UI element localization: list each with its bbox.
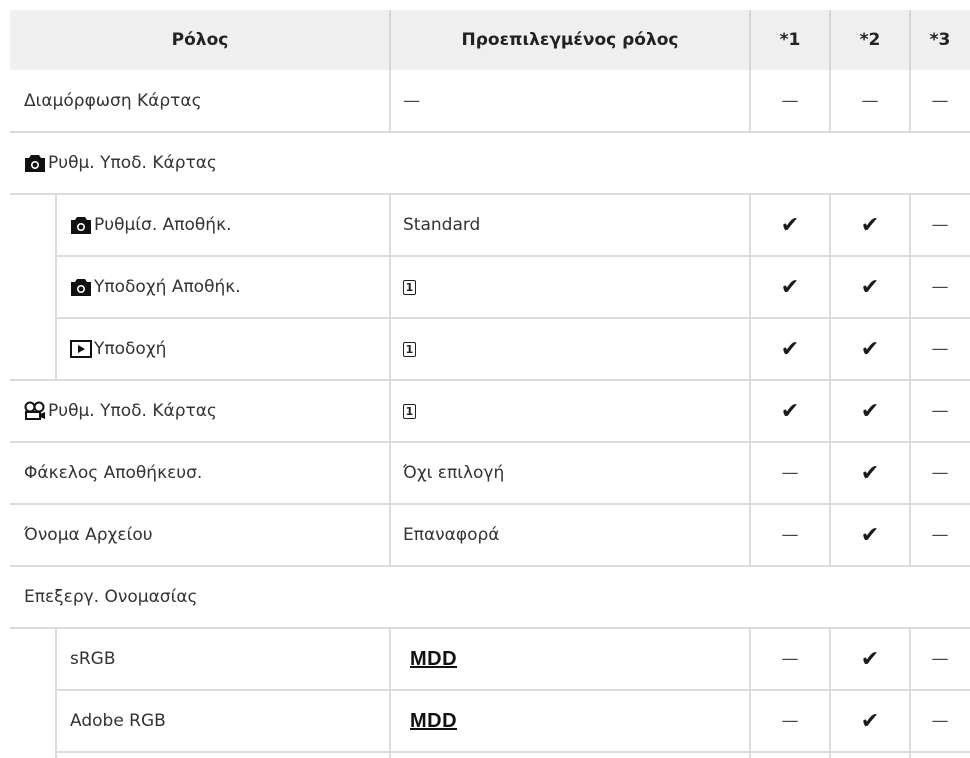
row-label-with-icon: Ρυθμίσ. Αποθήκ. [70, 194, 232, 256]
row-col-2: ✔ [860, 336, 880, 362]
table-row: Διαμόρφωση Κάρτας — — — — [10, 70, 970, 132]
header-col-3: *3 [929, 30, 951, 50]
row-col-3: — [931, 649, 949, 669]
row-col-2: ✔ [860, 398, 880, 424]
row-default: — [403, 91, 420, 111]
table-row: sRGB MDD — ✔ — [10, 628, 970, 690]
row-default: Standard [403, 215, 481, 235]
card-slot-1-icon: 1 [403, 279, 416, 295]
camera-icon [71, 216, 91, 234]
row-col-1: ✔ [780, 212, 800, 238]
row-col-2: — [861, 91, 879, 111]
row-col-3: — [931, 463, 949, 483]
table-row: Όνομα Αρχείου Επαναφορά — ✔ — [10, 504, 970, 566]
table-row: Υποδοχή 1 ✔ ✔ — [10, 318, 970, 380]
row-col-3: — [931, 401, 949, 421]
mdd-link: MDD [410, 647, 458, 670]
row-label-with-icon: Ρυθμ. Υποδ. Κάρτας [24, 380, 217, 442]
header-role: Ρόλος [171, 30, 229, 50]
row-col-1: — [781, 711, 799, 731]
row-col-3: — [931, 339, 949, 359]
row-col-3: — [931, 91, 949, 111]
header-col-1: *1 [779, 30, 801, 50]
row-default: 1 [403, 318, 416, 380]
table-row-section: Ρυθμ. Υποδ. Κάρτας [10, 132, 970, 194]
row-col-1: ✔ [780, 398, 800, 424]
row-label: Adobe RGB [70, 711, 166, 731]
row-default: Επαναφορά [403, 525, 500, 545]
header-default-role: Προεπιλεγμένος ρόλος [461, 30, 679, 50]
row-label: Επεξεργ. Ονομασίας [24, 587, 198, 607]
table-row: Ρυθμίσ. Αποθήκ. Standard ✔ ✔ — [10, 194, 970, 256]
header-col-2: *2 [859, 30, 881, 50]
row-col-1: — [781, 525, 799, 545]
movie-camera-icon [24, 401, 45, 420]
row-label-with-icon: Ρυθμ. Υποδ. Κάρτας [24, 132, 217, 194]
row-default[interactable]: MDD [410, 628, 457, 690]
row-col-2: ✔ [860, 646, 880, 672]
row-col-1: — [781, 91, 799, 111]
row-label: Όνομα Αρχείου [24, 525, 153, 545]
playback-icon [70, 340, 92, 358]
row-label-with-icon: Υποδοχή Αποθήκ. [70, 256, 241, 318]
row-label: Φάκελος Αποθήκευσ. [24, 463, 203, 483]
row-col-3: — [931, 525, 949, 545]
row-col-1: ✔ [780, 274, 800, 300]
row-col-3: — [931, 711, 949, 731]
row-default: 1 [403, 256, 416, 318]
row-col-2: ✔ [860, 212, 880, 238]
row-col-1: — [781, 649, 799, 669]
mdd-link: MDD [410, 709, 458, 732]
row-col-1: ✔ [780, 336, 800, 362]
table-row: Φάκελος Αποθήκευσ. Όχι επιλογή — ✔ — [10, 442, 970, 504]
row-default: Όχι επιλογή [403, 463, 505, 483]
row-default[interactable]: MDD [410, 690, 457, 752]
card-slot-1-icon: 1 [403, 403, 416, 419]
row-col-2: ✔ [860, 708, 880, 734]
row-label: Διαμόρφωση Κάρτας [24, 91, 202, 111]
table-row: Υποδοχή Αποθήκ. 1 ✔ ✔ — [10, 256, 970, 318]
camera-icon [25, 154, 45, 172]
row-col-3: — [931, 277, 949, 297]
table-row: Ρυθμ. Υποδ. Κάρτας 1 ✔ ✔ — [10, 380, 970, 442]
row-col-1: — [781, 463, 799, 483]
row-label: sRGB [70, 649, 116, 669]
table-row: Adobe RGB MDD — ✔ — [10, 690, 970, 752]
row-col-2: ✔ [860, 522, 880, 548]
card-slot-1-icon: 1 [403, 341, 416, 357]
row-col-3: — [931, 215, 949, 235]
row-default: 1 [403, 380, 416, 442]
camera-icon [71, 278, 91, 296]
row-label-with-icon: Υποδοχή [70, 318, 166, 380]
row-col-2: ✔ [860, 274, 880, 300]
table-header: Ρόλος Προεπιλεγμένος ρόλος *1 *2 *3 [10, 10, 970, 70]
table-row-section: Επεξεργ. Ονομασίας [10, 566, 970, 628]
row-col-2: ✔ [860, 460, 880, 486]
